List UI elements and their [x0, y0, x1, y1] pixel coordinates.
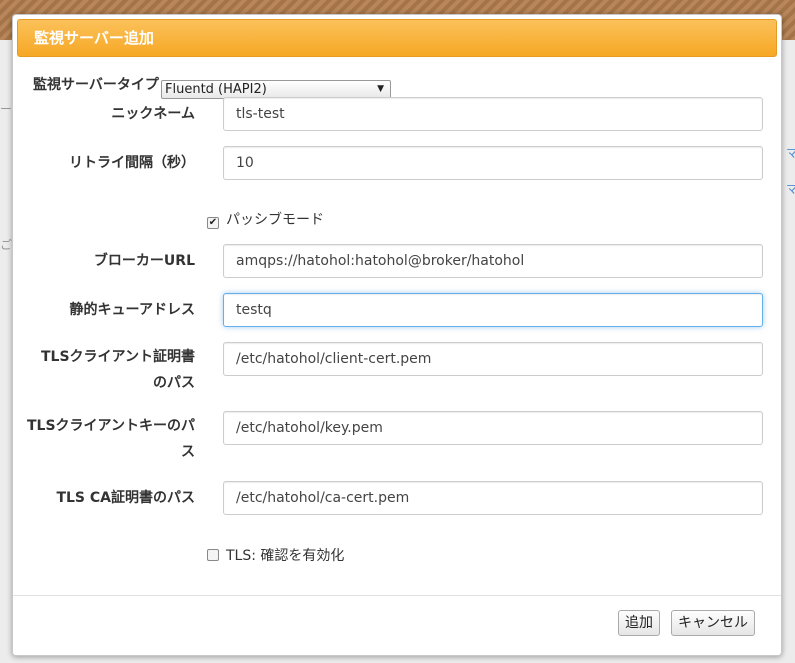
static-queue-input[interactable] [223, 293, 763, 327]
retry-interval-input[interactable] [223, 146, 763, 180]
passive-mode-checkbox[interactable]: ✔ [207, 217, 219, 229]
add-monitoring-server-dialog: 監視サーバー追加 監視サーバータイプ Fluentd (HAPI2) ▼ ニック… [12, 14, 782, 656]
static-queue-label: 静的キューアドレス [69, 302, 195, 318]
client-cert-input[interactable] [223, 342, 763, 376]
nickname-label: ニックネーム [111, 106, 195, 122]
retry-interval-label: リトライ間隔（秒） [69, 155, 195, 171]
dialog-footer: 追加 キャンセル [13, 595, 781, 655]
client-key-label-line1: TLSクライアントキーのパ [27, 418, 195, 434]
dialog-title[interactable]: 監視サーバー追加 [17, 19, 777, 57]
client-key-label-line2: ス [181, 444, 195, 460]
passive-mode-row: ✔ パッシブモード [207, 209, 324, 229]
dialog-content: 監視サーバータイプ Fluentd (HAPI2) ▼ ニックネーム リトライ間… [15, 63, 781, 593]
ca-cert-label: TLS CA証明書のパス [56, 490, 195, 506]
server-type-label: 監視サーバータイプ [33, 77, 159, 93]
background-text-fragment: マ [786, 146, 795, 160]
server-type-selected-value: Fluentd (HAPI2) [165, 82, 267, 97]
background-text-fragment: ご [0, 238, 13, 252]
tls-verify-label: TLS: 確認を有効化 [226, 548, 345, 564]
client-key-input[interactable] [223, 411, 763, 445]
background-text-fragment: マ [786, 182, 795, 196]
dropdown-arrow-icon: ▼ [377, 84, 384, 94]
nickname-input[interactable] [223, 97, 763, 131]
passive-mode-label: パッシブモード [226, 212, 324, 228]
add-button[interactable]: 追加 [618, 610, 660, 636]
tls-verify-checkbox[interactable] [207, 549, 219, 561]
client-cert-label-line1: TLSクライアント証明書 [41, 349, 195, 365]
broker-url-label: ブローカーURL [93, 253, 195, 269]
ca-cert-input[interactable] [223, 481, 763, 515]
tls-verify-row: TLS: 確認を有効化 [207, 545, 344, 565]
client-cert-label-line2: のパス [153, 375, 195, 391]
broker-url-input[interactable] [223, 244, 763, 278]
cancel-button[interactable]: キャンセル [671, 610, 755, 636]
